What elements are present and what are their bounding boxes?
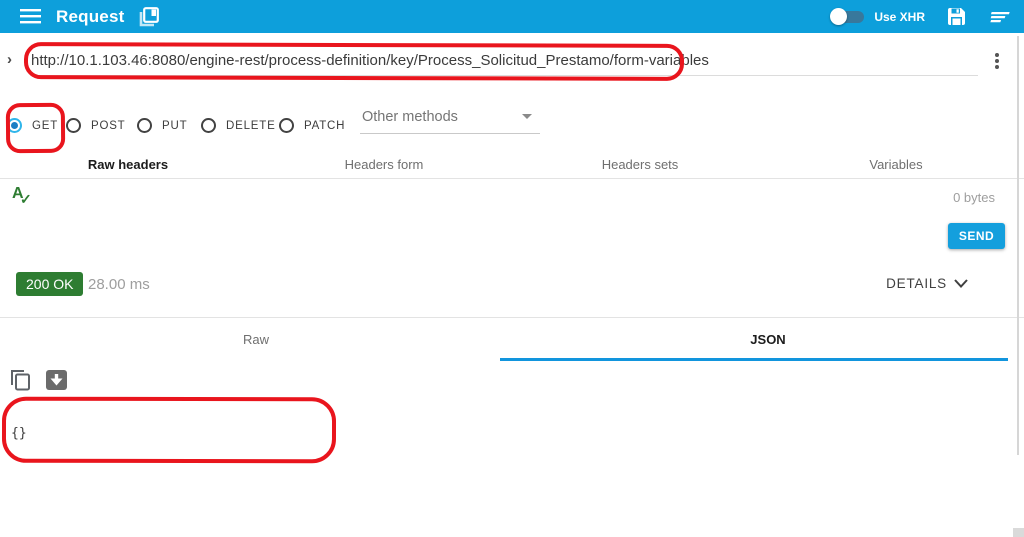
response-tab-bar: Raw JSON [0,318,1024,360]
tab-json[interactable]: JSON [512,318,1024,360]
url-input-underline [30,75,978,76]
tab-raw[interactable]: Raw [0,318,512,360]
url-expand-chevron-icon[interactable]: › [7,51,12,68]
method-radio-put[interactable]: PUT [137,118,187,133]
method-radio-patch[interactable]: PATCH [279,118,345,133]
hamburger-menu-icon[interactable] [20,9,41,24]
method-radio-delete[interactable]: DELETE [201,118,276,133]
tab-headers-sets[interactable]: Headers sets [512,148,768,178]
page-title: Request [56,6,125,26]
payload-size-label: 0 bytes [953,190,995,205]
active-tab-indicator [500,358,1008,361]
save-icon[interactable] [947,7,966,26]
status-badge: 200 OK [16,272,84,296]
tab-headers-form[interactable]: Headers form [256,148,512,178]
details-button[interactable]: DETAILS [886,276,968,291]
send-button[interactable]: SEND [948,223,1005,249]
radio-button-icon [279,118,294,133]
spellcheck-icon[interactable]: A ✓ [12,185,34,207]
scrollbar-corner [1013,528,1024,537]
radio-button-icon [7,118,22,133]
other-methods-dropdown[interactable]: Other methods [360,106,540,134]
response-time-label: 28.00 ms [88,276,150,293]
radio-button-icon [201,118,216,133]
use-xhr-toggle[interactable] [830,8,865,25]
use-xhr-label: Use XHR [874,9,925,24]
method-radio-get[interactable]: GET [7,118,58,133]
download-icon[interactable] [46,370,67,390]
method-radio-post[interactable]: POST [66,118,126,133]
app-bar-actions: Use XHR [830,7,1012,26]
dropdown-arrow-icon [522,114,532,119]
copy-icon[interactable] [10,369,31,391]
radio-button-icon [66,118,81,133]
menu-lines-icon[interactable] [990,11,1010,23]
arc-request-page: Request Use XHR › http://10.1.103.46:808… [0,0,1024,537]
vertical-scrollbar[interactable] [1017,36,1019,455]
tab-variables[interactable]: Variables [768,148,1024,178]
kebab-menu-icon[interactable] [990,51,1004,71]
saved-requests-book-icon[interactable] [137,5,161,29]
response-body-json[interactable]: {} [11,426,27,441]
radio-button-icon [137,118,152,133]
url-input[interactable]: http://10.1.103.46:8080/engine-rest/proc… [31,52,976,69]
annotation-circle-response [1,396,337,464]
chevron-down-icon [954,279,968,288]
headers-tab-bar: Raw headers Headers form Headers sets Va… [0,148,1024,179]
tab-raw-headers[interactable]: Raw headers [0,148,256,178]
app-bar: Request Use XHR [0,0,1024,33]
